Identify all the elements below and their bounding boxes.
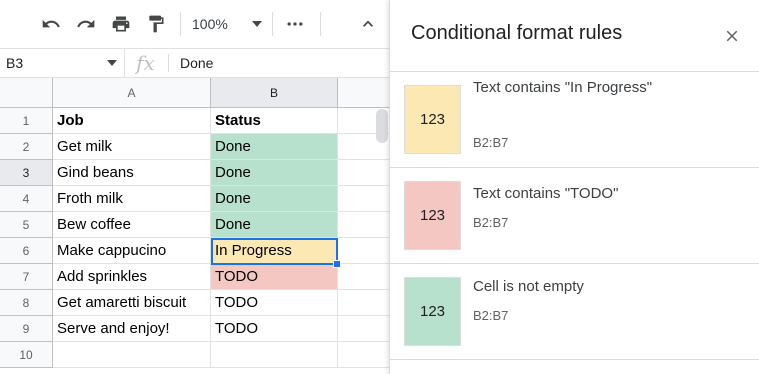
rule-preview-swatch: 123 — [404, 277, 461, 346]
select-all-corner[interactable] — [0, 78, 53, 108]
formula-bar: B3 fx Done — [0, 48, 389, 78]
row-header[interactable]: 1 — [0, 108, 53, 134]
cell-empty[interactable] — [338, 264, 389, 290]
more-icon[interactable] — [283, 12, 307, 36]
paint-format-icon[interactable] — [144, 12, 168, 36]
fill-handle[interactable] — [333, 260, 341, 268]
cell-empty[interactable] — [338, 238, 389, 264]
toolbar-divider — [272, 12, 273, 36]
cell-job[interactable]: Serve and enjoy! — [53, 316, 211, 342]
formula-divider — [168, 54, 169, 72]
close-icon[interactable] — [720, 24, 744, 48]
cell-status[interactable]: TODO — [211, 264, 338, 290]
rule-range: B2:B7 — [473, 308, 509, 323]
cell-reference: B3 — [6, 55, 24, 71]
row-header[interactable]: 2 — [0, 134, 53, 160]
row-header[interactable]: 8 — [0, 290, 53, 316]
undo-icon[interactable] — [39, 12, 63, 36]
panel-header: Conditional format rules — [390, 0, 759, 72]
zoom-value: 100% — [192, 16, 228, 32]
rule-preview-swatch: 123 — [404, 85, 461, 154]
cell-status[interactable] — [211, 342, 338, 368]
rule-range: B2:B7 — [473, 215, 509, 230]
cell-empty[interactable] — [338, 212, 389, 238]
row-header[interactable]: 7 — [0, 264, 53, 290]
column-header-c[interactable] — [338, 78, 389, 108]
cell-status[interactable]: TODO — [211, 316, 338, 342]
cell-job[interactable]: Job — [53, 108, 211, 134]
cell-job[interactable] — [53, 342, 211, 368]
format-rule[interactable]: 123 Text contains "In Progress" B2:B7 — [390, 72, 759, 168]
conditional-format-panel: Conditional format rules 123 Text contain… — [389, 0, 759, 374]
row-header[interactable]: 10 — [0, 342, 53, 368]
cell-status[interactable]: TODO — [211, 290, 338, 316]
cell-job[interactable]: Get amaretti biscuit — [53, 290, 211, 316]
rule-preview-swatch: 123 — [404, 181, 461, 250]
cell-status[interactable]: In Progress — [211, 238, 338, 264]
cell-status[interactable]: Done — [211, 212, 338, 238]
chevron-down-icon — [252, 21, 262, 27]
formula-input[interactable]: Done — [180, 55, 213, 71]
cell-status[interactable]: Done — [211, 160, 338, 186]
row-header[interactable]: 9 — [0, 316, 53, 342]
cell-empty[interactable] — [338, 342, 389, 368]
cell-job[interactable]: Make cappucino — [53, 238, 211, 264]
rule-condition: Text contains "TODO" — [473, 185, 619, 202]
zoom-select[interactable]: 100% — [192, 12, 272, 36]
cell-job[interactable]: Add sprinkles — [53, 264, 211, 290]
cell-empty[interactable] — [338, 160, 389, 186]
rule-condition: Cell is not empty — [473, 278, 584, 295]
cell-job[interactable]: Froth milk — [53, 186, 211, 212]
vertical-scrollbar[interactable] — [376, 109, 388, 143]
format-rule[interactable]: 123 Text contains "TODO" B2:B7 — [390, 168, 759, 264]
redo-icon[interactable] — [74, 12, 98, 36]
fx-icon: fx — [136, 51, 155, 75]
row-header[interactable]: 5 — [0, 212, 53, 238]
panel-title: Conditional format rules — [411, 22, 623, 44]
rule-range: B2:B7 — [473, 135, 509, 150]
cell-empty[interactable] — [338, 290, 389, 316]
cell-job[interactable]: Gind beans — [53, 160, 211, 186]
cell-job[interactable]: Bew coffee — [53, 212, 211, 238]
row-header[interactable]: 6 — [0, 238, 53, 264]
cell-status[interactable]: Done — [211, 186, 338, 212]
format-rule[interactable]: 123 Cell is not empty B2:B7 — [390, 264, 759, 360]
print-icon[interactable] — [109, 12, 133, 36]
rule-condition: Text contains "In Progress" — [473, 79, 653, 96]
cell-job[interactable]: Get milk — [53, 134, 211, 160]
column-header-a[interactable]: A — [53, 78, 211, 108]
name-box[interactable]: B3 — [0, 49, 125, 77]
spreadsheet-grid: A B 1 Job Status 2 Get milk Done 3 Gind beans Do… — [0, 78, 389, 374]
cell-empty[interactable] — [338, 186, 389, 212]
cell-status[interactable]: Status — [211, 108, 338, 134]
toolbar: 100% — [0, 0, 389, 48]
cell-status[interactable]: Done — [211, 134, 338, 160]
toolbar-divider — [180, 12, 181, 36]
cell-empty[interactable] — [338, 316, 389, 342]
chevron-down-icon[interactable] — [107, 60, 117, 66]
row-header[interactable]: 3 — [0, 160, 53, 186]
toolbar-divider — [320, 12, 321, 36]
row-header[interactable]: 4 — [0, 186, 53, 212]
collapse-icon[interactable] — [356, 12, 380, 36]
column-header-b[interactable]: B — [211, 78, 338, 108]
